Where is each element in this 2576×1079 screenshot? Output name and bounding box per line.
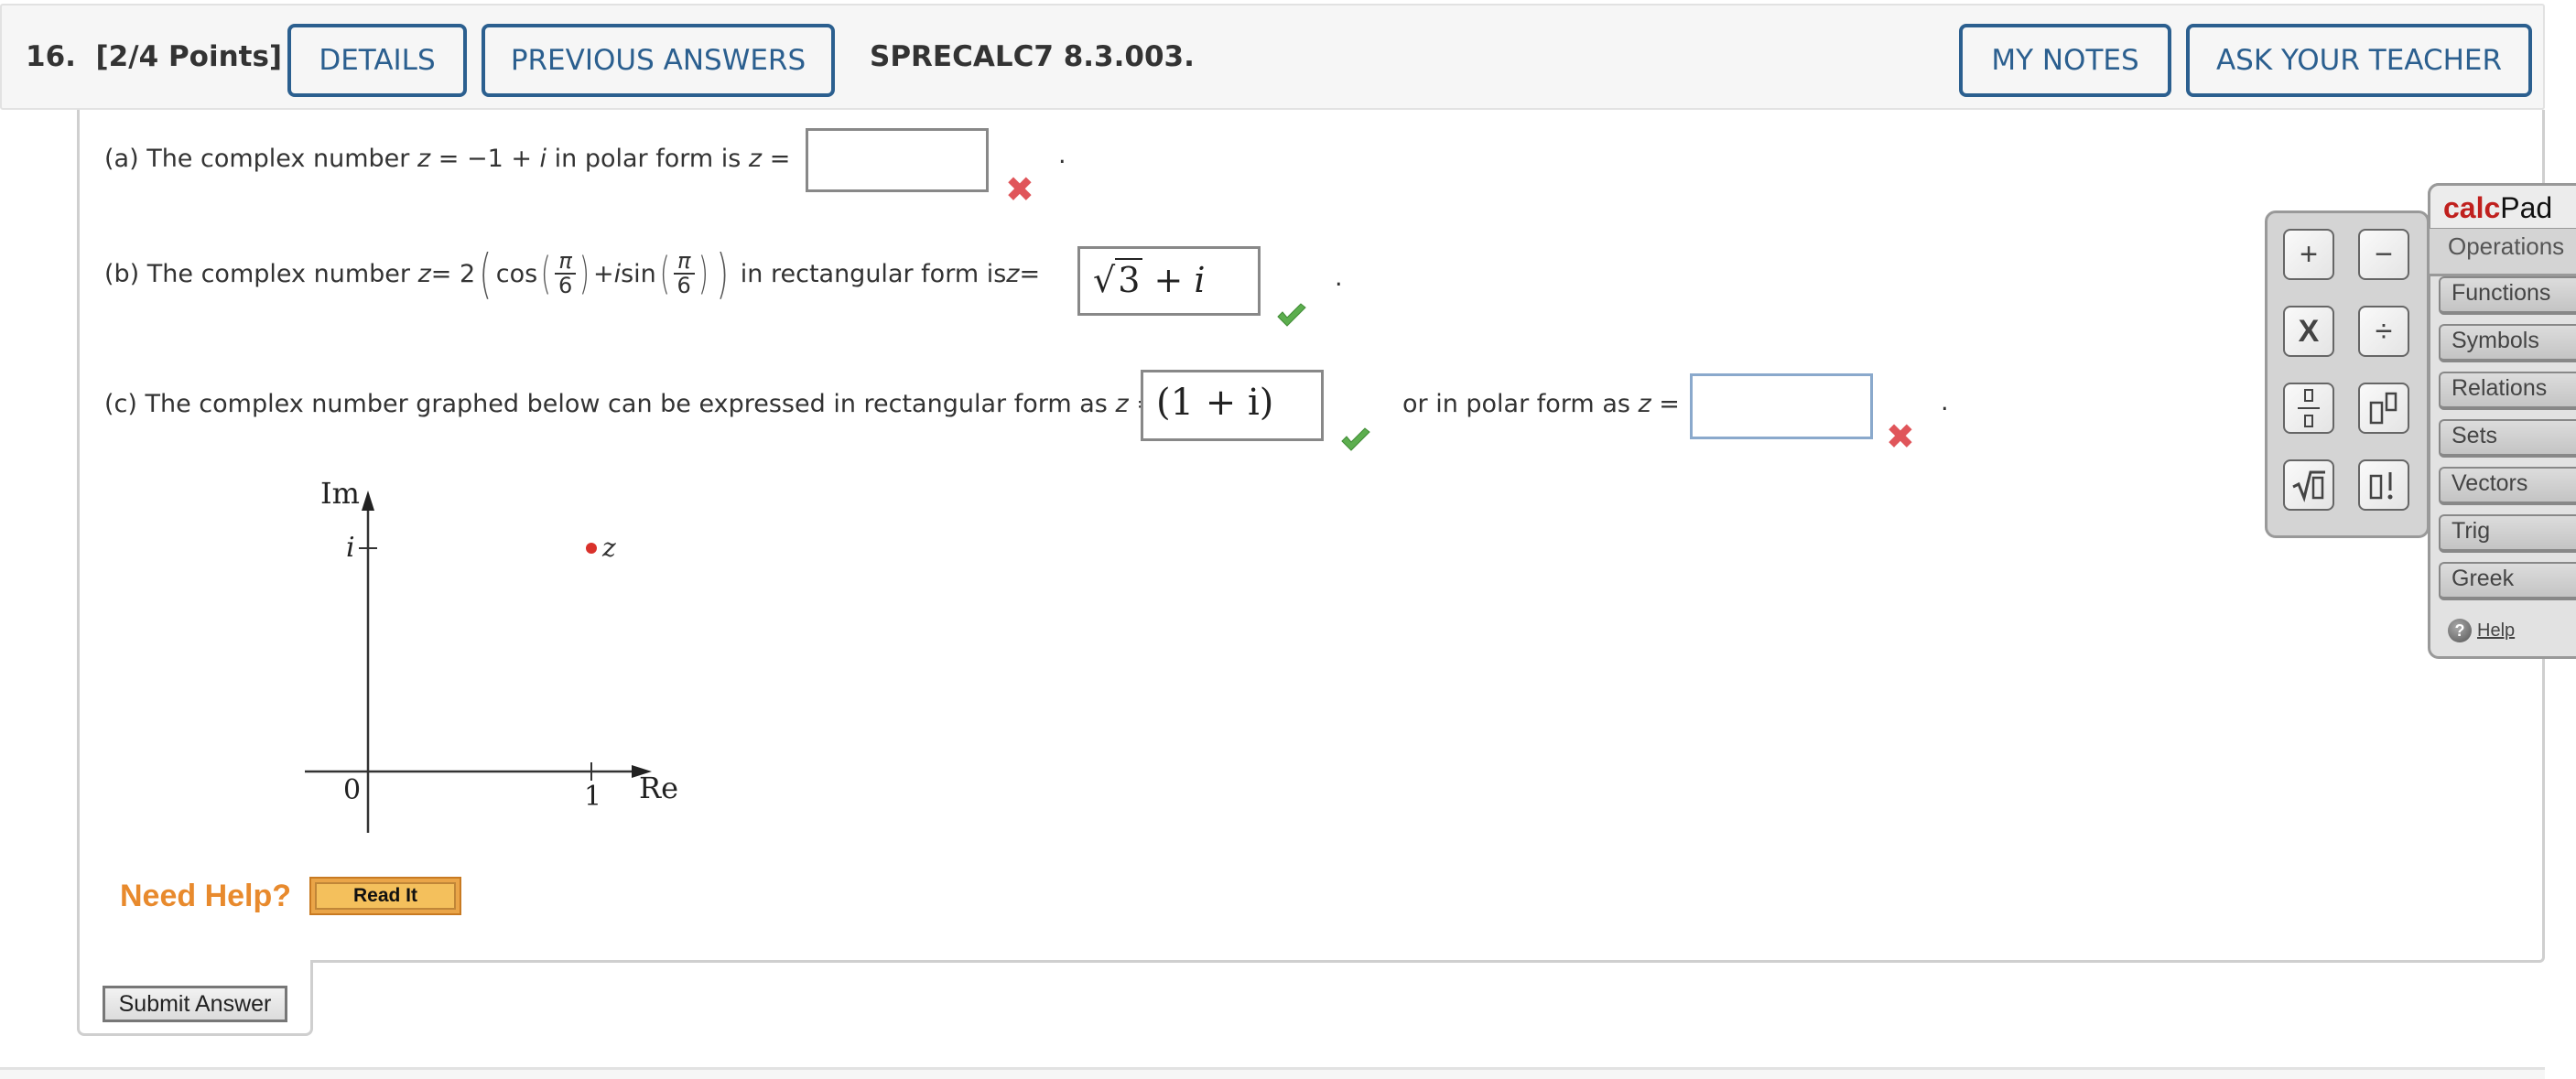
calcpad-tab-relations[interactable]: Relations (2439, 372, 2576, 410)
fraction-icon (2298, 389, 2320, 427)
calcpad-tab-vectors[interactable]: Vectors (2439, 467, 2576, 505)
calcpad-factorial-key[interactable] (2358, 459, 2409, 511)
calcpad-tab-functions[interactable]: Functions (2439, 276, 2576, 315)
part-c-rectangular-answer-input[interactable]: (1 + i) (1141, 370, 1324, 441)
need-help-label: Need Help? (120, 879, 292, 913)
imaginary-axis-arrow (362, 491, 374, 511)
point-z (586, 543, 597, 554)
calcpad-tab-operations[interactable]: Operations (2428, 229, 2576, 276)
complex-plane-graph: Im Re 0 1 i z (305, 476, 677, 833)
calcpad-tab-trig[interactable]: Trig (2439, 514, 2576, 553)
origin-label: 0 (343, 774, 361, 806)
calcpad-tab-sets[interactable]: Sets (2439, 419, 2576, 458)
part-c-text: (c) The complex number graphed below can… (104, 390, 1157, 418)
exponent-icon (2369, 392, 2397, 425)
x-axis-label: Re (639, 771, 677, 805)
calcpad-plus-key[interactable]: + (2283, 229, 2334, 280)
problem-code: SPRECALC7 8.3.003. (870, 40, 1195, 73)
read-it-button[interactable]: Read It (309, 877, 461, 915)
help-icon: ? (2448, 619, 2472, 642)
calcpad-help-link[interactable]: ? Help (2448, 619, 2515, 642)
part-a-text: (a) The complex number z = −1 + i in pol… (104, 145, 791, 173)
my-notes-button[interactable]: MY NOTES (1959, 24, 2171, 97)
point-z-label: z (601, 533, 616, 563)
calcpad-exponent-key[interactable] (2358, 383, 2409, 434)
details-button[interactable]: DETAILS (287, 24, 467, 97)
sqrt-icon (2292, 470, 2325, 502)
part-c-polar-text: or in polar form as z = (1402, 390, 1680, 418)
calcpad-multiply-key[interactable]: X (2283, 306, 2334, 357)
y-axis-label: Im (320, 476, 360, 511)
y-tick-label: i (346, 532, 355, 564)
calcpad-operations-keypad: + − X ÷ (2265, 210, 2430, 538)
x-tick-label: 1 (584, 781, 601, 813)
part-a-answer-input[interactable] (806, 128, 989, 192)
previous-answers-button[interactable]: PREVIOUS ANSWERS (482, 24, 835, 97)
part-c-polar-incorrect-icon: ✖ (1886, 416, 1915, 457)
calcpad-tab-symbols[interactable]: Symbols (2439, 324, 2576, 362)
part-c-rectangular-correct-icon (1341, 427, 1370, 451)
part-b-answer-input[interactable]: √3 + i (1077, 246, 1261, 316)
submit-answer-button[interactable]: Submit Answer (103, 986, 287, 1022)
question-number-points: 16. [2/4 Points] (26, 40, 283, 73)
ask-your-teacher-button[interactable]: ASK YOUR TEACHER (2186, 24, 2532, 97)
calcpad-tab-greek[interactable]: Greek (2439, 562, 2576, 600)
part-b-correct-icon (1277, 303, 1306, 327)
part-b-text: (b) The complex number z = 2 (cos( π6 ) … (104, 243, 1041, 305)
calcpad-sqrt-key[interactable] (2283, 459, 2334, 511)
factorial-icon (2369, 472, 2393, 500)
calcpad-minus-key[interactable]: − (2358, 229, 2409, 280)
part-a-incorrect-icon: ✖ (1005, 169, 1034, 210)
calcpad-fraction-key[interactable] (2283, 383, 2334, 434)
part-c-polar-answer-input[interactable] (1690, 373, 1873, 439)
question-header: 16. [2/4 Points] DETAILS PREVIOUS ANSWER… (0, 4, 2545, 110)
calcpad-divide-key[interactable]: ÷ (2358, 306, 2409, 357)
calcpad-title: calcPad (2428, 183, 2576, 231)
